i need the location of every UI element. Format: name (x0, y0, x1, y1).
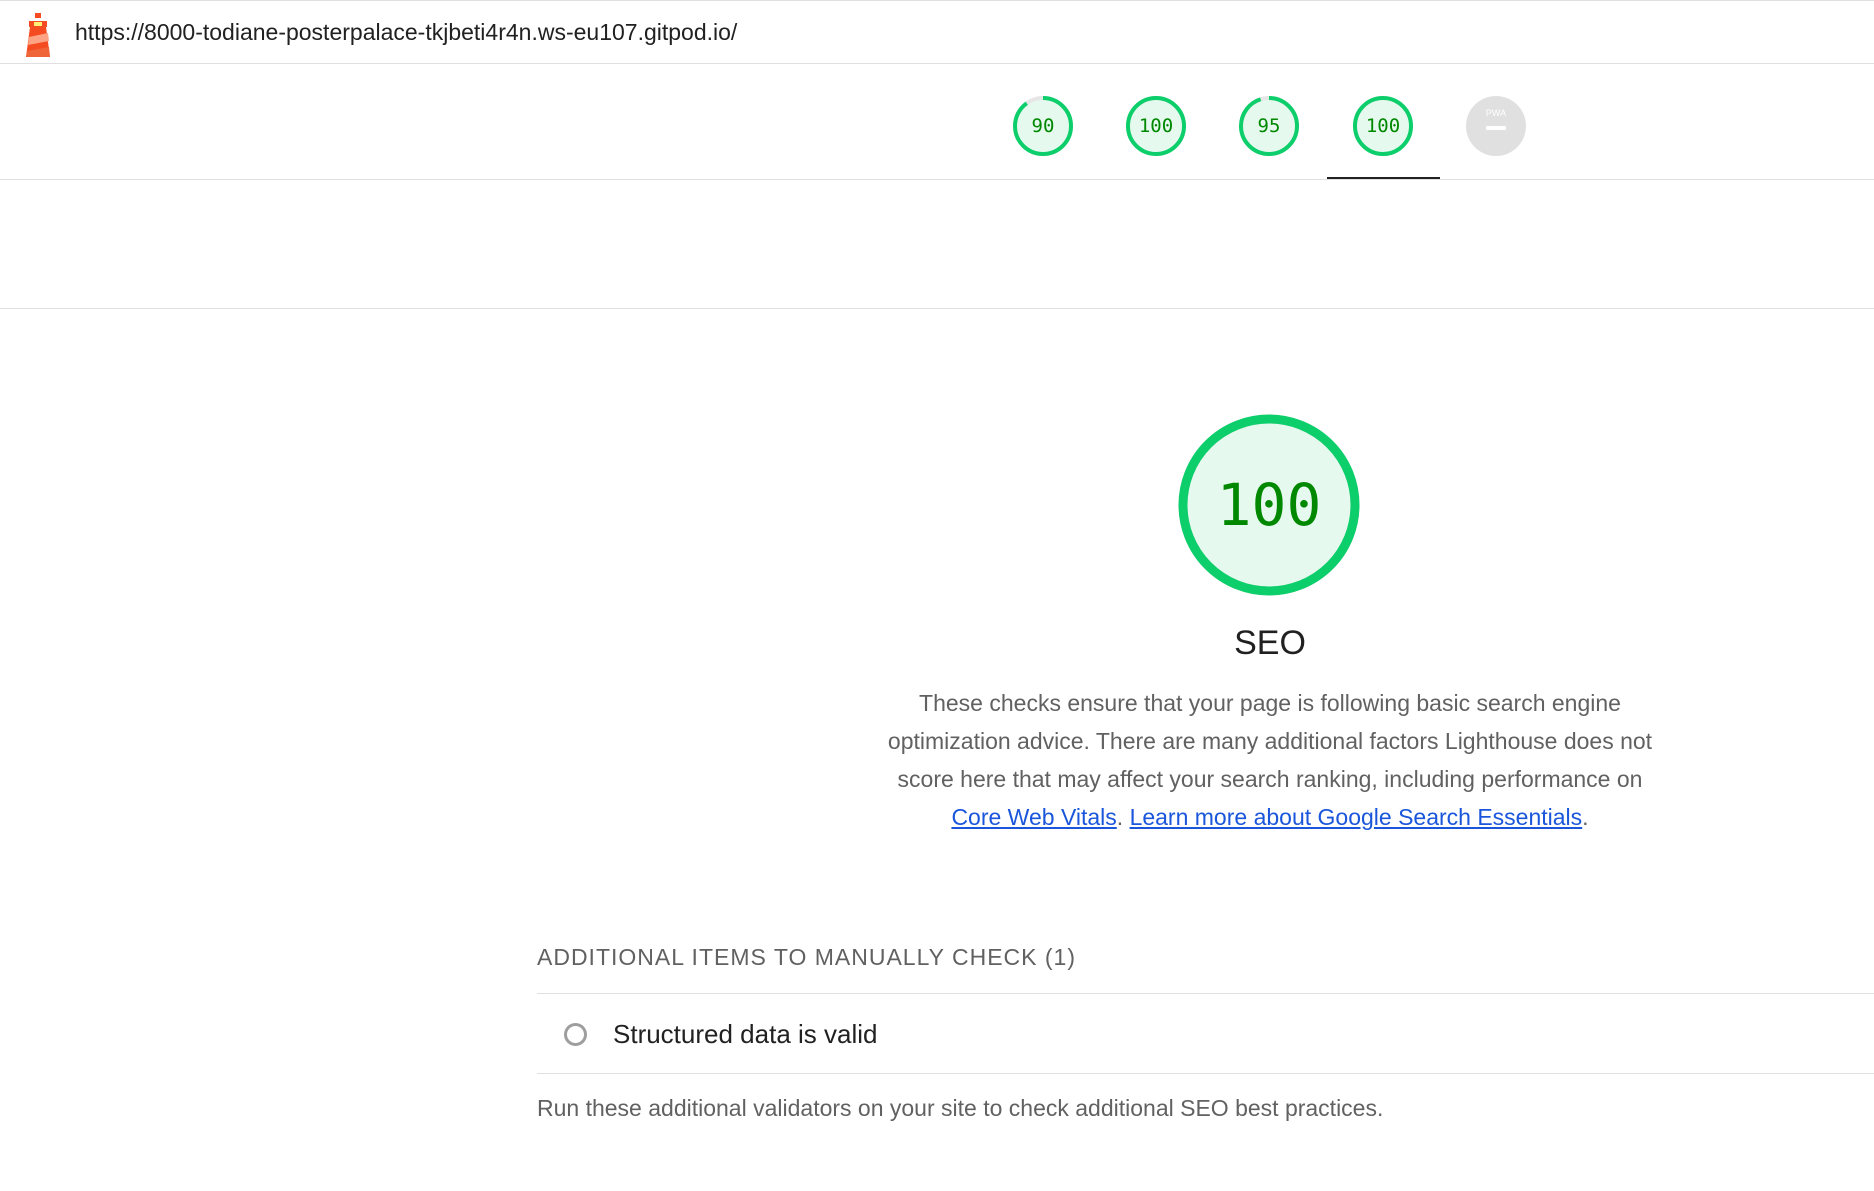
google-search-essentials-link[interactable]: Learn more about Google Search Essential… (1130, 804, 1583, 830)
gauge-seo[interactable]: 100 (1351, 94, 1415, 158)
manual-check-circle-icon (564, 1023, 587, 1046)
gauges-bar: 90 100 95 100 PWA (0, 64, 1874, 180)
lighthouse-icon (26, 13, 50, 57)
gauge-pwa-label: PWA (1486, 108, 1506, 118)
gauge-performance[interactable]: 90 (1011, 94, 1075, 158)
category-description: These checks ensure that your page is fo… (872, 684, 1668, 836)
core-web-vitals-link[interactable]: Core Web Vitals (951, 804, 1116, 830)
category-title: SEO (1234, 624, 1306, 662)
audit-structured-data[interactable]: Structured data is valid (537, 994, 1874, 1074)
report-url[interactable]: https://8000-todiane-posterpalace-tkjbet… (75, 19, 737, 46)
category-description-text: These checks ensure that your page is fo… (887, 690, 1653, 792)
gauge-seo-score: 100 (1365, 115, 1401, 137)
pwa-dash-icon: PWA (1466, 96, 1526, 156)
active-tab-indicator (1327, 177, 1440, 179)
category-score: 100 (1216, 471, 1322, 539)
gauge-performance-score: 90 (1031, 115, 1055, 137)
gauge-best-practices-score: 95 (1257, 115, 1281, 137)
gauge-accessibility-score: 100 (1138, 115, 1174, 137)
gauge-pwa[interactable]: PWA (1464, 94, 1528, 158)
gauge-accessibility[interactable]: 100 (1124, 94, 1188, 158)
audit-title: Structured data is valid (613, 1019, 878, 1049)
description-end: . (1582, 804, 1589, 830)
category-gauge-seo: 100 (1176, 412, 1362, 598)
manual-checks-description: Run these additional validators on your … (537, 1095, 1384, 1121)
section-divider (0, 308, 1874, 309)
gauge-best-practices[interactable]: 95 (1237, 94, 1301, 158)
description-separator: . (1116, 804, 1130, 830)
report-topbar: https://8000-todiane-posterpalace-tkjbet… (0, 0, 1874, 64)
manual-checks-header: Additional items to manually check (1) (537, 944, 1076, 970)
group-divider-bottom (537, 1073, 1874, 1074)
